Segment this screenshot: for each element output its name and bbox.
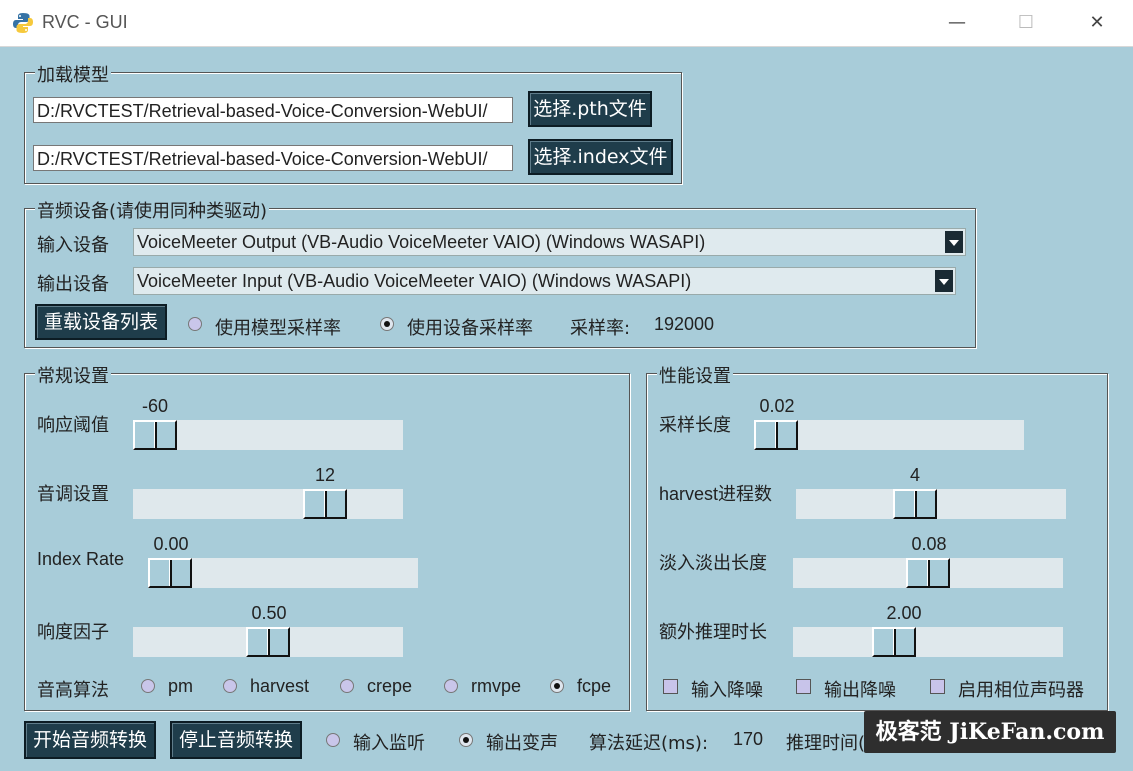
audio-device-group: 音频设备(请使用同种类驱动) 输入设备 VoiceMeeter Output (… xyxy=(24,197,976,348)
watermark: 极客范 JiKeFan.com xyxy=(864,711,1116,753)
block-length-slider-thumb[interactable] xyxy=(754,420,798,450)
input-monitor-label: 输入监听 xyxy=(353,733,425,754)
crossfade-label: 淡入淡出长度 xyxy=(659,553,767,574)
input-monitor-radio[interactable] xyxy=(326,733,340,747)
extra-inference-value: 2.00 xyxy=(886,603,922,623)
block-length-value: 0.02 xyxy=(759,396,795,416)
delay-label: 算法延迟(ms): xyxy=(589,733,709,754)
output-device-label: 输出设备 xyxy=(37,274,109,295)
general-settings-legend: 常规设置 xyxy=(35,362,111,388)
output-denoise-label: 输出降噪 xyxy=(824,680,896,701)
crossfade-value: 0.08 xyxy=(911,534,947,554)
chevron-down-icon[interactable] xyxy=(935,270,953,292)
input-denoise-checkbox[interactable] xyxy=(663,679,678,694)
f0-radio-fcpe[interactable] xyxy=(550,679,564,693)
f0-label-harvest: harvest xyxy=(250,676,310,696)
loudness-value: 0.50 xyxy=(251,603,287,623)
delay-value: 170 xyxy=(733,729,764,749)
pitch-slider[interactable] xyxy=(133,489,403,519)
harvest-processes-value: 4 xyxy=(909,465,920,485)
input-device-value: VoiceMeeter Output (VB-Audio VoiceMeeter… xyxy=(137,232,706,252)
phase-vocoder-label: 启用相位声码器 xyxy=(958,680,1084,701)
performance-settings-legend: 性能设置 xyxy=(657,362,733,388)
f0-radio-pm[interactable] xyxy=(141,679,155,693)
index-rate-label: Index Rate xyxy=(37,549,125,569)
harvest-processes-label: harvest进程数 xyxy=(659,484,773,504)
python-icon xyxy=(13,13,33,33)
pitch-label: 音调设置 xyxy=(37,484,109,505)
extra-inference-slider-thumb[interactable] xyxy=(872,627,916,657)
title-bar: RVC - GUI — ☐ ✕ xyxy=(0,0,1133,47)
audio-device-legend: 音频设备(请使用同种类驱动) xyxy=(35,197,270,223)
output-convert-radio[interactable] xyxy=(459,733,473,747)
f0-radio-rmvpe[interactable] xyxy=(444,679,458,693)
f0-label-fcpe: fcpe xyxy=(577,676,612,696)
output-device-value: VoiceMeeter Input (VB-Audio VoiceMeeter … xyxy=(137,271,692,291)
threshold-label: 响应阈值 xyxy=(37,415,109,436)
output-denoise-checkbox[interactable] xyxy=(796,679,811,694)
loudness-slider-thumb[interactable] xyxy=(246,627,290,657)
pitch-value: 12 xyxy=(314,465,336,485)
performance-settings-group: 性能设置 采样长度 0.02 harvest进程数 4 淡入淡出长度 0.08 … xyxy=(646,362,1108,711)
sample-rate-value: 192000 xyxy=(654,314,715,334)
main-content: 加载模型 D:/RVCTEST/Retrieval-based-Voice-Co… xyxy=(0,47,1133,771)
select-pth-button[interactable]: 选择.pth文件 xyxy=(528,91,652,127)
model-sr-radio[interactable] xyxy=(188,317,202,331)
f0-radio-harvest[interactable] xyxy=(223,679,237,693)
crossfade-slider-thumb[interactable] xyxy=(906,558,950,588)
input-denoise-label: 输入降噪 xyxy=(691,680,763,701)
output-convert-label: 输出变声 xyxy=(486,733,558,754)
window-title: RVC - GUI xyxy=(42,12,128,32)
start-conversion-button[interactable]: 开始音频转换 xyxy=(24,721,156,759)
pitch-slider-thumb[interactable] xyxy=(303,489,347,519)
chevron-down-icon[interactable] xyxy=(945,231,963,253)
crossfade-slider[interactable] xyxy=(793,558,1063,588)
f0-radio-crepe[interactable] xyxy=(340,679,354,693)
loudness-label: 响度因子 xyxy=(37,622,109,643)
harvest-processes-slider-thumb[interactable] xyxy=(893,489,937,519)
input-device-label: 输入设备 xyxy=(37,235,109,256)
device-sr-label: 使用设备采样率 xyxy=(407,318,533,339)
f0-label-rmvpe: rmvpe xyxy=(471,676,522,696)
extra-inference-slider[interactable] xyxy=(793,627,1063,657)
block-length-slider[interactable] xyxy=(754,420,1024,450)
index-rate-slider[interactable] xyxy=(148,558,418,588)
sample-rate-label: 采样率: xyxy=(570,318,631,339)
load-model-group: 加载模型 D:/RVCTEST/Retrieval-based-Voice-Co… xyxy=(24,61,682,184)
loudness-slider[interactable] xyxy=(133,627,403,657)
f0-label-crepe: crepe xyxy=(367,676,413,696)
reload-devices-button[interactable]: 重载设备列表 xyxy=(35,304,167,340)
threshold-slider-thumb[interactable] xyxy=(133,420,177,450)
index-path-input[interactable]: D:/RVCTEST/Retrieval-based-Voice-Convers… xyxy=(33,145,513,171)
f0-method-label: 音高算法 xyxy=(37,680,109,701)
minimize-button[interactable]: — xyxy=(934,8,980,38)
threshold-slider[interactable] xyxy=(133,420,403,450)
input-device-select[interactable]: VoiceMeeter Output (VB-Audio VoiceMeeter… xyxy=(133,228,966,256)
harvest-processes-slider[interactable] xyxy=(796,489,1066,519)
device-sr-radio[interactable] xyxy=(380,317,394,331)
general-settings-group: 常规设置 响应阈值 -60 音调设置 12 Index Rate 0.00 响度… xyxy=(24,362,630,711)
index-rate-value: 0.00 xyxy=(153,534,189,554)
close-button[interactable]: ✕ xyxy=(1074,8,1120,38)
index-rate-slider-thumb[interactable] xyxy=(148,558,192,588)
load-model-legend: 加载模型 xyxy=(35,61,111,87)
output-device-select[interactable]: VoiceMeeter Input (VB-Audio VoiceMeeter … xyxy=(133,267,956,295)
pth-path-input[interactable]: D:/RVCTEST/Retrieval-based-Voice-Convers… xyxy=(33,97,513,123)
f0-label-pm: pm xyxy=(168,676,194,696)
block-length-label: 采样长度 xyxy=(659,415,731,436)
select-index-button[interactable]: 选择.index文件 xyxy=(528,139,673,175)
model-sr-label: 使用模型采样率 xyxy=(215,318,341,339)
phase-vocoder-checkbox[interactable] xyxy=(930,679,945,694)
extra-inference-label: 额外推理时长 xyxy=(659,622,767,643)
maximize-button[interactable]: ☐ xyxy=(1003,8,1049,38)
threshold-value: -60 xyxy=(141,396,168,416)
stop-conversion-button[interactable]: 停止音频转换 xyxy=(170,721,302,759)
